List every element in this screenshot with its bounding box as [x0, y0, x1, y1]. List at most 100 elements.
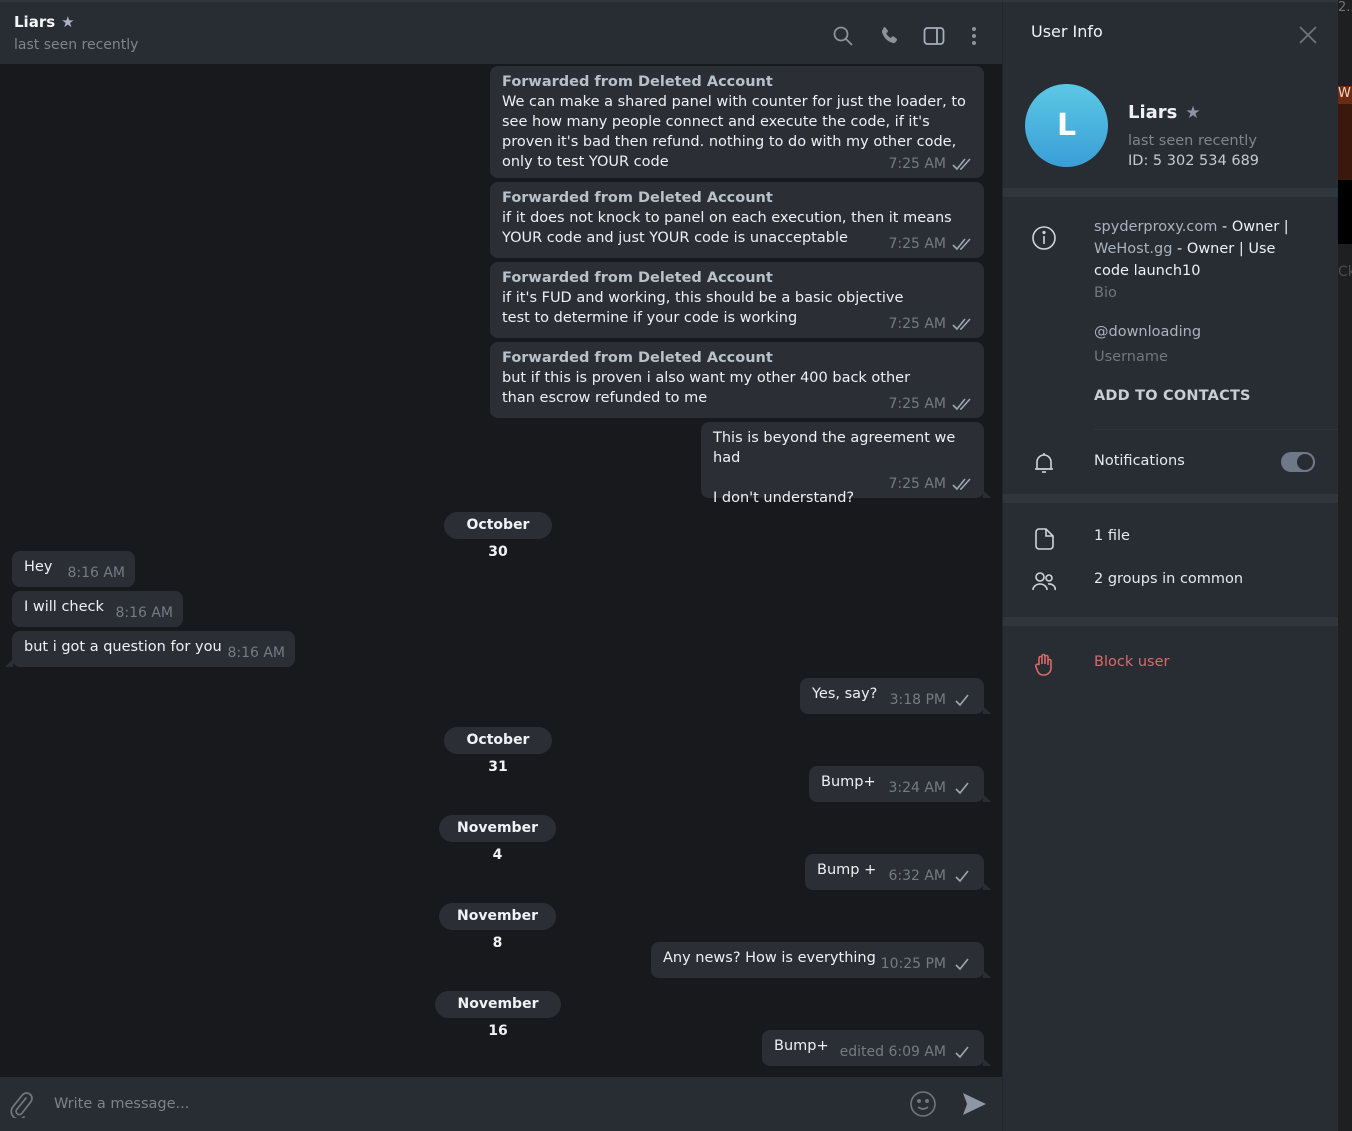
date-separator: October 31: [444, 727, 552, 775]
section-divider: [1003, 188, 1339, 197]
chat-header: Liars ★ last seen recently: [0, 0, 1002, 64]
user-name-text: Liars: [1128, 102, 1178, 123]
message-input[interactable]: [54, 1089, 884, 1119]
bell-icon: [1031, 450, 1057, 476]
message-bubble[interactable]: This is beyond the agreement we had I do…: [701, 422, 991, 506]
message-bubble[interactable]: Forwarded from Deleted Account We can ma…: [490, 66, 984, 178]
message-time: 6:32 AM: [888, 868, 946, 884]
message-time: 3:24 AM: [888, 780, 946, 796]
user-id: ID: 5 302 534 689: [1128, 153, 1260, 169]
forwarded-from-label[interactable]: Forwarded from Deleted Account: [502, 72, 972, 92]
edge-banner-text: W: [1338, 86, 1352, 104]
message-text: but if this is proven i also want my oth…: [502, 370, 915, 406]
check-icon: [952, 869, 974, 883]
message-time: edited 6:09 AM: [839, 1044, 946, 1060]
message-bubble[interactable]: Bump+ edited 6:09 AM: [762, 1030, 991, 1066]
username-value[interactable]: @downloading: [1094, 324, 1201, 340]
message-bubble[interactable]: but i got a question for you 8:16 AM: [5, 631, 295, 667]
date-separator: November 16: [435, 991, 561, 1039]
bio-label: Bio: [1094, 285, 1117, 301]
chat-panel: Liars ★ last seen recently Forwarded fro…: [0, 0, 1002, 1131]
date-separator: October 30: [444, 512, 552, 560]
groups-icon: [1031, 569, 1057, 595]
user-info-panel: User Info L Liars ★ last seen recently I…: [1002, 0, 1339, 1131]
message-bubble[interactable]: Bump+ 3:24 AM: [809, 766, 991, 802]
star-icon: ★: [1185, 102, 1201, 123]
message-bubble[interactable]: Forwarded from Deleted Account if it's F…: [490, 262, 984, 338]
message-time: 7:25 AM: [888, 156, 946, 172]
emoji-icon[interactable]: [909, 1090, 937, 1118]
message-bubble[interactable]: Any news? How is everything 10:25 PM: [651, 942, 991, 978]
message-time: 3:18 PM: [889, 692, 946, 708]
add-to-contacts-button[interactable]: ADD TO CONTACTS: [1094, 388, 1251, 404]
message-time: 8:16 AM: [115, 605, 173, 621]
section-divider: [1003, 617, 1339, 626]
notifications-toggle[interactable]: [1281, 452, 1315, 472]
message-time: 7:25 AM: [888, 316, 946, 332]
message-bubble[interactable]: Yes, say? 3:18 PM: [800, 678, 991, 714]
double-check-icon: [952, 317, 974, 331]
date-separator: November 4: [439, 815, 556, 863]
chat-title-text: Liars: [14, 13, 56, 31]
section-divider: [1003, 494, 1339, 503]
message-time: 7:25 AM: [888, 396, 946, 412]
forwarded-from-label[interactable]: Forwarded from Deleted Account: [502, 348, 972, 368]
message-time: 8:16 AM: [227, 645, 285, 661]
date-separator: November 8: [439, 903, 556, 951]
block-user-button[interactable]: Block user: [1094, 654, 1169, 670]
close-icon[interactable]: [1296, 23, 1320, 47]
double-check-icon: [952, 157, 974, 171]
sidebar-toggle-icon[interactable]: [922, 24, 946, 48]
forwarded-from-label[interactable]: Forwarded from Deleted Account: [502, 188, 972, 208]
toggle-knob: [1295, 452, 1315, 472]
message-text: if it's FUD and working, this should be …: [502, 290, 908, 326]
files-link[interactable]: 1 file: [1094, 528, 1130, 544]
info-icon: [1031, 225, 1057, 251]
chat-title[interactable]: Liars ★: [14, 13, 75, 31]
message-text: This is beyond the agreement we had I do…: [713, 430, 956, 506]
check-icon: [952, 957, 974, 971]
check-icon: [952, 1045, 974, 1059]
user-name: Liars ★: [1128, 102, 1201, 123]
edge-text: 2...: [1338, 0, 1352, 15]
bio-link-wehost[interactable]: WeHost.gg: [1094, 241, 1172, 257]
message-time: 10:25 PM: [880, 956, 946, 972]
bio-text: spyderproxy.com - Owner | WeHost.gg - Ow…: [1094, 219, 1289, 279]
avatar[interactable]: L: [1025, 84, 1108, 167]
chat-status: last seen recently: [14, 37, 139, 53]
search-icon[interactable]: [831, 24, 855, 48]
message-bubble[interactable]: Bump + 6:32 AM: [805, 854, 991, 890]
hand-stop-icon: [1031, 652, 1057, 678]
message-bubble[interactable]: Forwarded from Deleted Account but if th…: [490, 342, 984, 418]
double-check-icon: [952, 397, 974, 411]
check-icon: [952, 781, 974, 795]
divider: [1094, 429, 1339, 430]
username-label: Username: [1094, 349, 1168, 365]
message-time: 8:16 AM: [67, 565, 125, 581]
star-icon: ★: [61, 13, 75, 31]
background-window-edge: 2... W Ck: [1338, 0, 1352, 1131]
message-time: 7:25 AM: [888, 476, 946, 492]
message-bubble[interactable]: I will check 8:16 AM: [12, 591, 183, 627]
send-icon[interactable]: [960, 1090, 988, 1118]
panel-title: User Info: [1031, 22, 1103, 41]
check-icon: [952, 693, 974, 707]
file-icon: [1031, 526, 1057, 552]
bio-link-spyderproxy[interactable]: spyderproxy.com: [1094, 219, 1217, 235]
forwarded-from-label[interactable]: Forwarded from Deleted Account: [502, 268, 972, 288]
message-list[interactable]: Forwarded from Deleted Account We can ma…: [0, 64, 1002, 1077]
groups-in-common-link[interactable]: 2 groups in common: [1094, 571, 1243, 587]
message-bubble[interactable]: Hey 8:16 AM: [12, 551, 135, 587]
paperclip-icon[interactable]: [8, 1090, 34, 1120]
message-bubble[interactable]: Forwarded from Deleted Account if it doe…: [490, 182, 984, 258]
edge-block: [1338, 180, 1352, 244]
user-status: last seen recently: [1128, 133, 1257, 149]
double-check-icon: [952, 237, 974, 251]
edge-block: [1338, 52, 1352, 86]
more-vertical-icon[interactable]: [962, 24, 986, 48]
edge-text: Ck: [1338, 264, 1352, 280]
notifications-label: Notifications: [1094, 453, 1185, 469]
double-check-icon: [952, 477, 974, 491]
phone-icon[interactable]: [877, 24, 901, 48]
message-composer: [0, 1077, 1002, 1131]
